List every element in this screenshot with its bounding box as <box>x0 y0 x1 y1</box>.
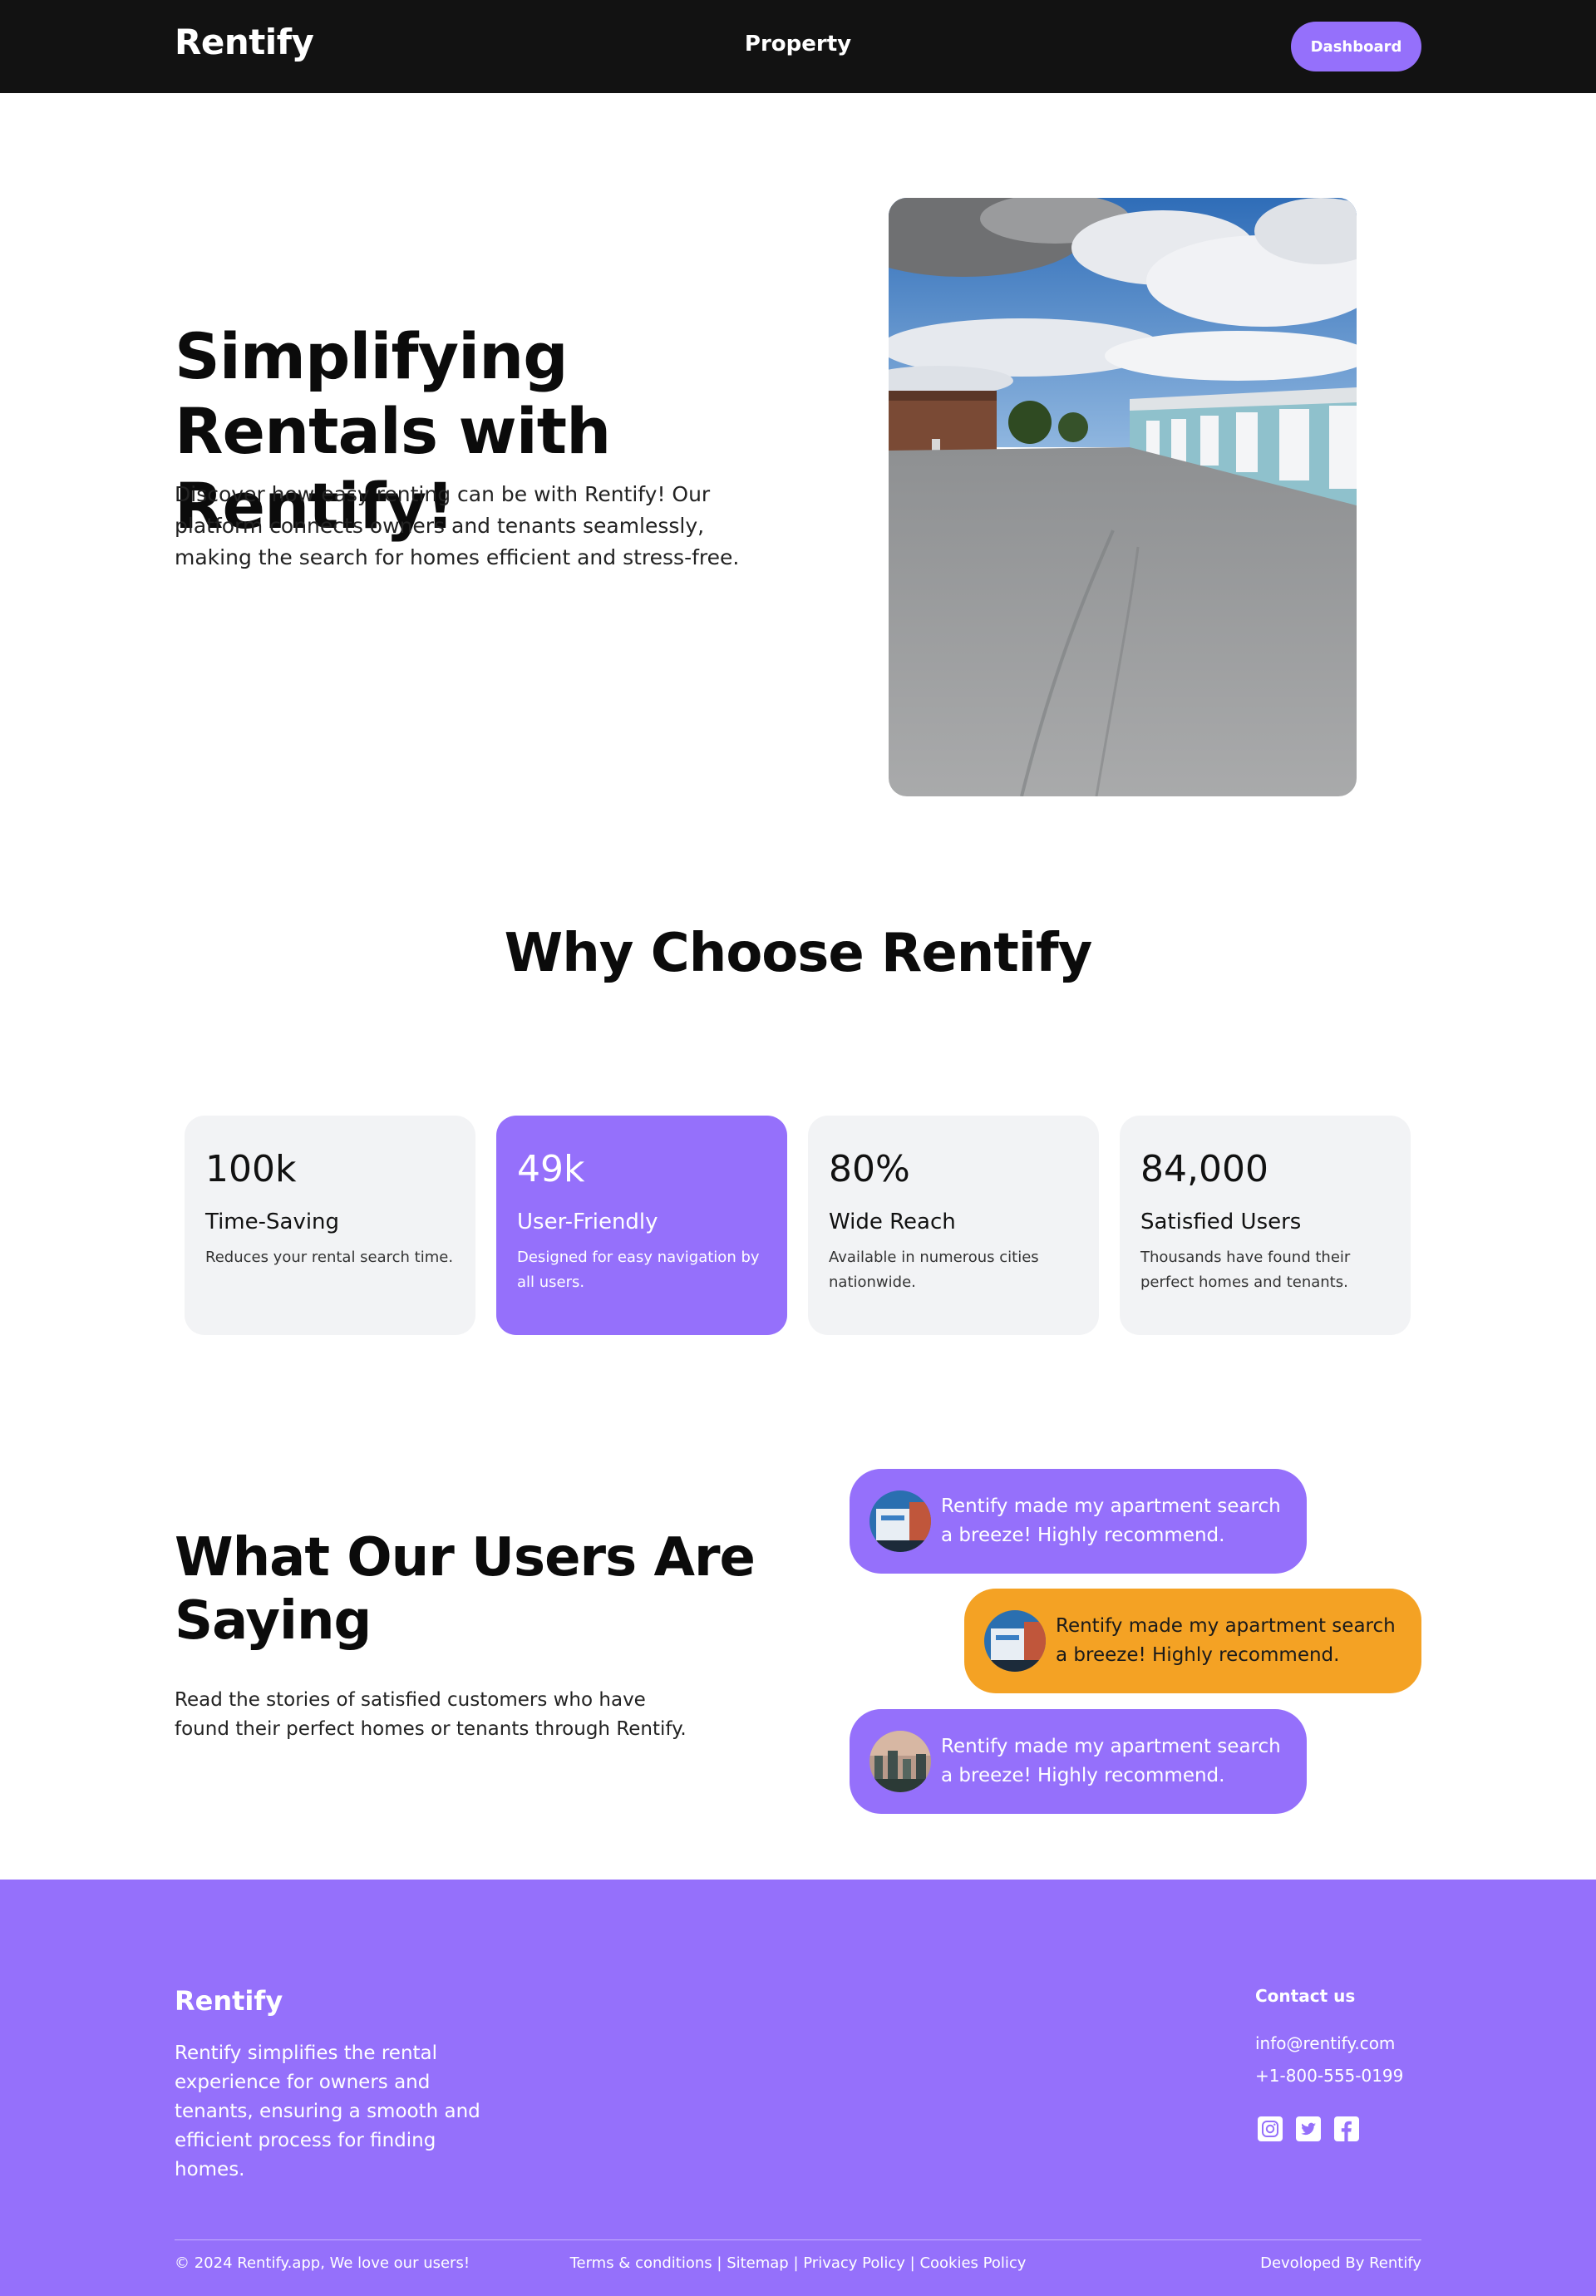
nav-link-property[interactable]: Property <box>745 32 851 57</box>
stat-card-satisfied-users: 84,000 Satisfied Users Thousands have fo… <box>1120 1116 1411 1335</box>
hero-description: Discover how easy renting can be with Re… <box>175 482 740 569</box>
stat-title: Satisfied Users <box>1140 1210 1302 1234</box>
stat-number: 84,000 <box>1140 1148 1268 1190</box>
testimonial-text: Rentify made my apartment search a breez… <box>941 1736 1281 1786</box>
avatar <box>984 1610 1046 1672</box>
cookies-policy-link[interactable]: Cookies Policy <box>919 2254 1026 2272</box>
stat-title: Time-Saving <box>205 1210 340 1234</box>
top-navbar: Rentify Property Dashboard <box>0 0 1596 93</box>
avatar <box>869 1731 931 1792</box>
contact-phone-link[interactable]: +1-800-555-0199 <box>1255 2066 1403 2086</box>
hero-image <box>889 198 1357 796</box>
testimonials-description: Read the stories of satisfied customers … <box>175 1689 687 1740</box>
testimonial-text: Rentify made my apartment search a breez… <box>1056 1615 1396 1666</box>
stat-number: 80% <box>829 1148 910 1190</box>
dashboard-button[interactable]: Dashboard <box>1291 22 1421 71</box>
footer: Rentify Rentify simplifies the rental ex… <box>0 1880 1596 2296</box>
stat-description: Available in numerous cities nationwide. <box>829 1249 1039 1291</box>
footer-description: Rentify simplifies the rental experience… <box>175 2042 480 2180</box>
why-section-title: Why Choose Rentify <box>504 923 1093 984</box>
stat-card-wide-reach: 80% Wide Reach Available in numerous cit… <box>808 1116 1099 1335</box>
terms-link[interactable]: Terms & conditions <box>570 2254 712 2272</box>
footer-brand[interactable]: Rentify <box>175 1985 283 2017</box>
twitter-icon[interactable] <box>1295 2116 1322 2142</box>
stat-description: Designed for easy navigation by all user… <box>517 1249 760 1291</box>
contact-email-link[interactable]: info@rentify.com <box>1255 2033 1395 2053</box>
stat-number: 49k <box>517 1148 585 1190</box>
facebook-icon[interactable] <box>1333 2116 1360 2142</box>
testimonial-bubble: Rentify made my apartment search a breez… <box>964 1589 1421 1693</box>
testimonial-bubble: Rentify made my apartment search a breez… <box>850 1709 1307 1814</box>
stat-description: Reduces your rental search time. <box>205 1249 454 1266</box>
sitemap-link[interactable]: Sitemap <box>727 2254 789 2272</box>
testimonial-text: Rentify made my apartment search a breez… <box>941 1495 1281 1546</box>
developer-credit: Devoloped By Rentify <box>1260 2254 1421 2272</box>
stat-card-time-saving: 100k Time-Saving Reduces your rental sea… <box>185 1116 475 1335</box>
stat-title: Wide Reach <box>829 1210 956 1234</box>
testimonial-bubble: Rentify made my apartment search a breez… <box>850 1469 1307 1574</box>
stat-card-user-friendly: 49k User-Friendly Designed for easy navi… <box>496 1116 787 1335</box>
contact-heading: Contact us <box>1255 1986 1356 2006</box>
instagram-icon[interactable] <box>1257 2116 1283 2142</box>
stat-number: 100k <box>205 1148 297 1190</box>
stat-description: Thousands have found their perfect homes… <box>1140 1249 1351 1291</box>
stat-title: User-Friendly <box>517 1210 658 1234</box>
privacy-policy-link[interactable]: Privacy Policy <box>803 2254 905 2272</box>
footer-divider <box>175 2239 1421 2240</box>
avatar <box>869 1490 931 1552</box>
link-separator: | <box>712 2254 727 2272</box>
link-separator: | <box>788 2254 804 2272</box>
testimonials-title: What Our Users Are Saying <box>175 1527 756 1652</box>
social-links <box>1257 2116 1360 2142</box>
link-separator: | <box>904 2254 920 2272</box>
